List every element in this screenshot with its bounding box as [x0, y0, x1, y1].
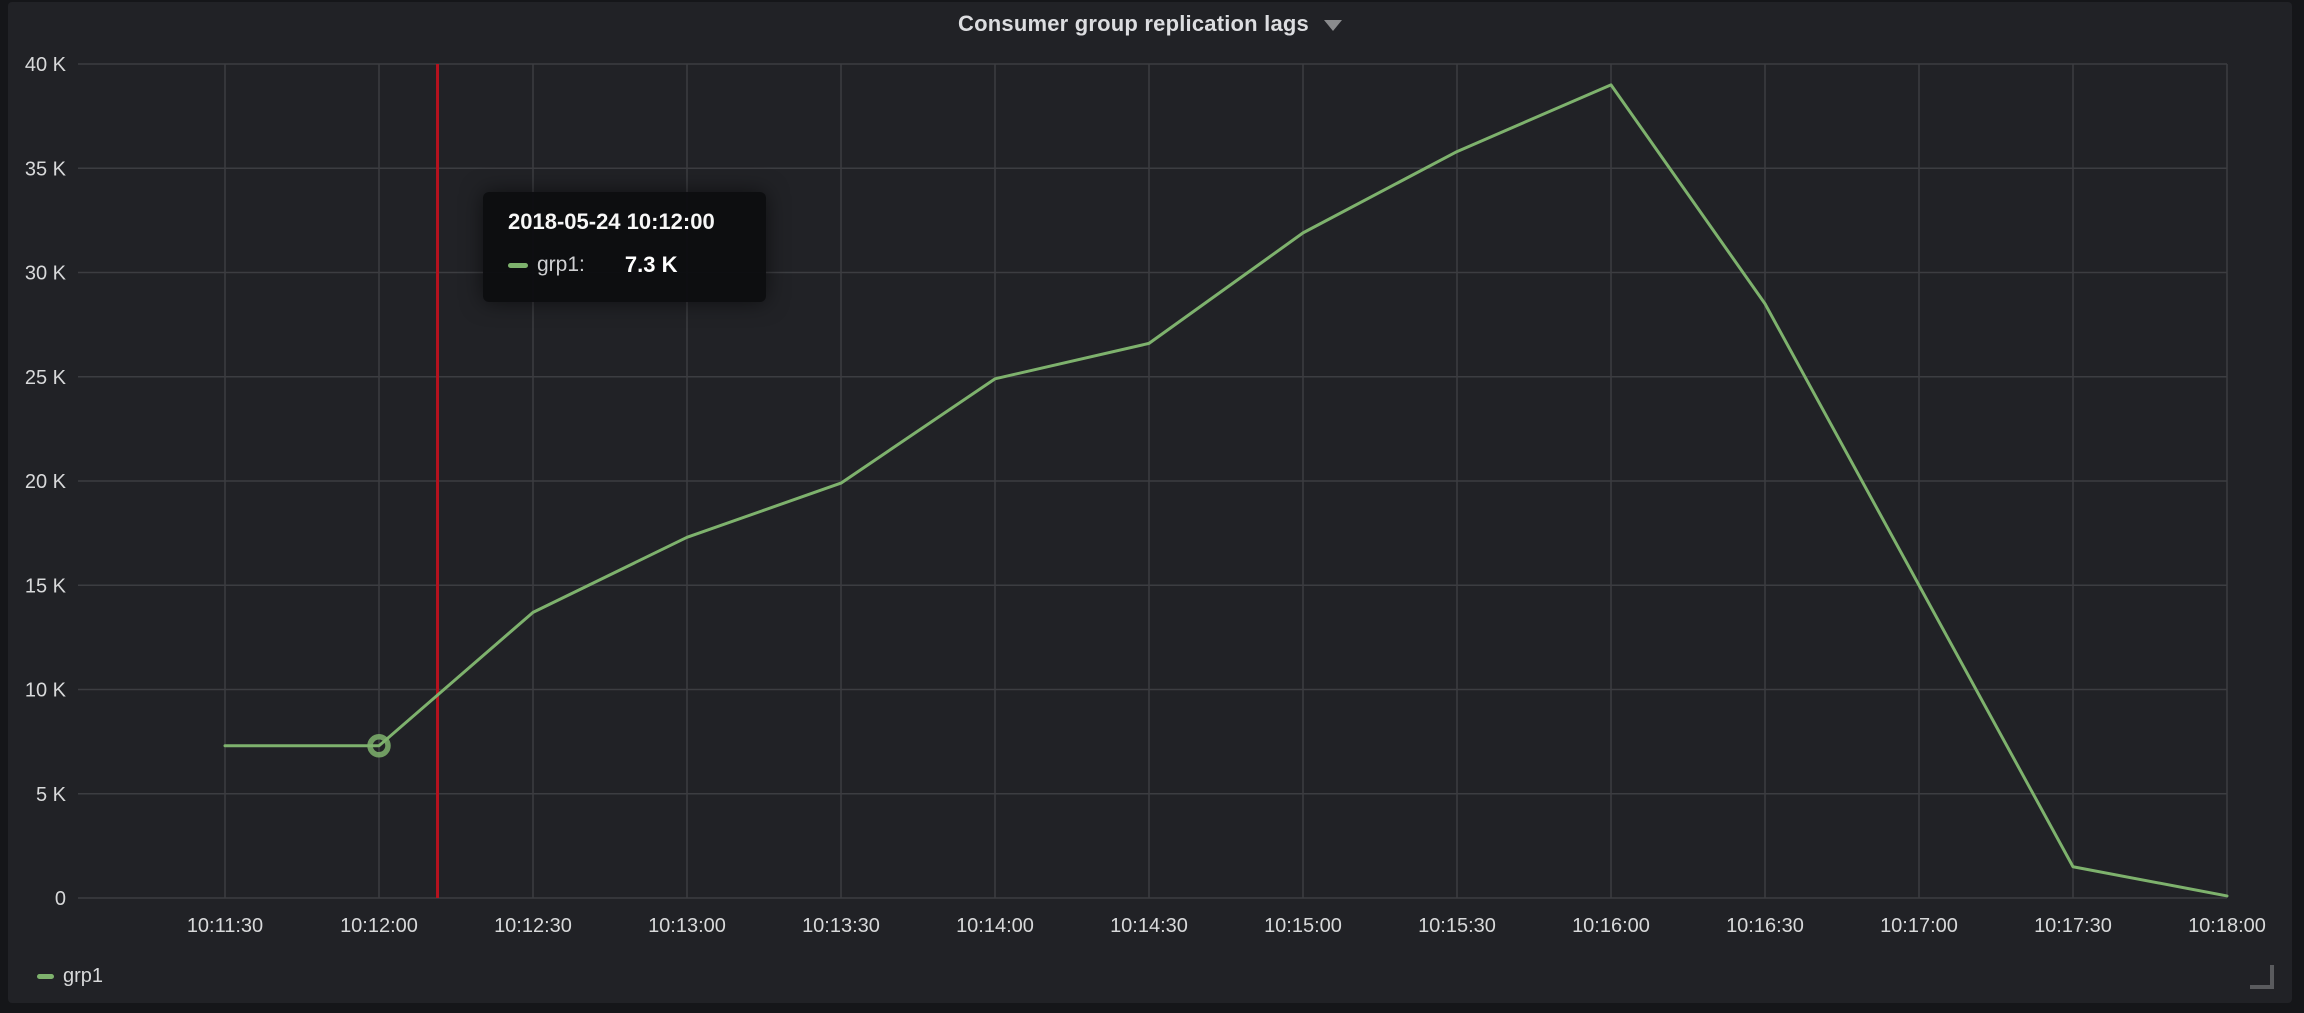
x-tick-label: 10:15:30: [1418, 915, 1496, 937]
y-tick-label: 15 K: [25, 575, 67, 597]
y-axis-labels: 0 5 K 10 K 15 K 20 K 25 K 30 K 35 K 40 K: [25, 54, 67, 910]
legend-series-label[interactable]: grp1: [63, 965, 103, 988]
x-tick-label: 10:17:00: [1880, 915, 1958, 937]
x-tick-label: 10:17:30: [2034, 915, 2112, 937]
legend[interactable]: grp1: [37, 962, 103, 990]
y-tick-label: 30 K: [25, 263, 67, 285]
y-tick-label: 0: [55, 888, 66, 910]
x-axis-labels: 10:11:30 10:12:00 10:12:30 10:13:00 10:13:30…: [187, 915, 2266, 937]
line-chart[interactable]: 0 5 K 10 K 15 K 20 K 25 K 30 K 35 K 40 K 10:11:3…: [0, 0, 2304, 1013]
x-tick-label: 10:12:00: [340, 915, 418, 937]
legend-color-icon[interactable]: [37, 974, 54, 979]
y-tick-label: 20 K: [25, 471, 67, 493]
tooltip-series-row: grp1: 7.3 K: [508, 252, 742, 278]
dashboard-background: { "panel": { "title": "Consumer group re…: [0, 0, 2304, 1013]
tooltip: 2018-05-24 10:12:00 grp1: 7.3 K: [483, 192, 766, 302]
series-color-icon: [508, 263, 528, 268]
x-tick-label: 10:18:00: [2188, 915, 2266, 937]
x-tick-label: 10:11:30: [187, 915, 263, 937]
y-tick-label: 5 K: [36, 784, 67, 806]
y-tick-label: 40 K: [25, 54, 67, 76]
panel-header[interactable]: Consumer group replication lags: [8, 6, 2292, 42]
x-tick-label: 10:13:30: [802, 915, 880, 937]
x-tick-label: 10:14:30: [1110, 915, 1188, 937]
x-tick-label: 10:12:30: [494, 915, 572, 937]
tooltip-series-label: grp1:: [537, 253, 585, 277]
y-tick-label: 25 K: [25, 367, 67, 389]
x-tick-label: 10:16:30: [1726, 915, 1804, 937]
y-tick-label: 35 K: [25, 158, 67, 180]
chevron-down-icon[interactable]: [1324, 20, 1342, 31]
x-tick-label: 10:16:00: [1572, 915, 1650, 937]
y-tick-label: 10 K: [25, 680, 67, 702]
resize-handle[interactable]: [2246, 963, 2276, 991]
tooltip-series-value: 7.3 K: [625, 252, 678, 278]
tooltip-timestamp: 2018-05-24 10:12:00: [508, 209, 742, 235]
x-tick-label: 10:14:00: [956, 915, 1034, 937]
horizontal-gridlines: [78, 64, 2227, 898]
x-tick-label: 10:15:00: [1264, 915, 1342, 937]
panel-title[interactable]: Consumer group replication lags: [958, 11, 1309, 37]
x-tick-label: 10:13:00: [648, 915, 726, 937]
